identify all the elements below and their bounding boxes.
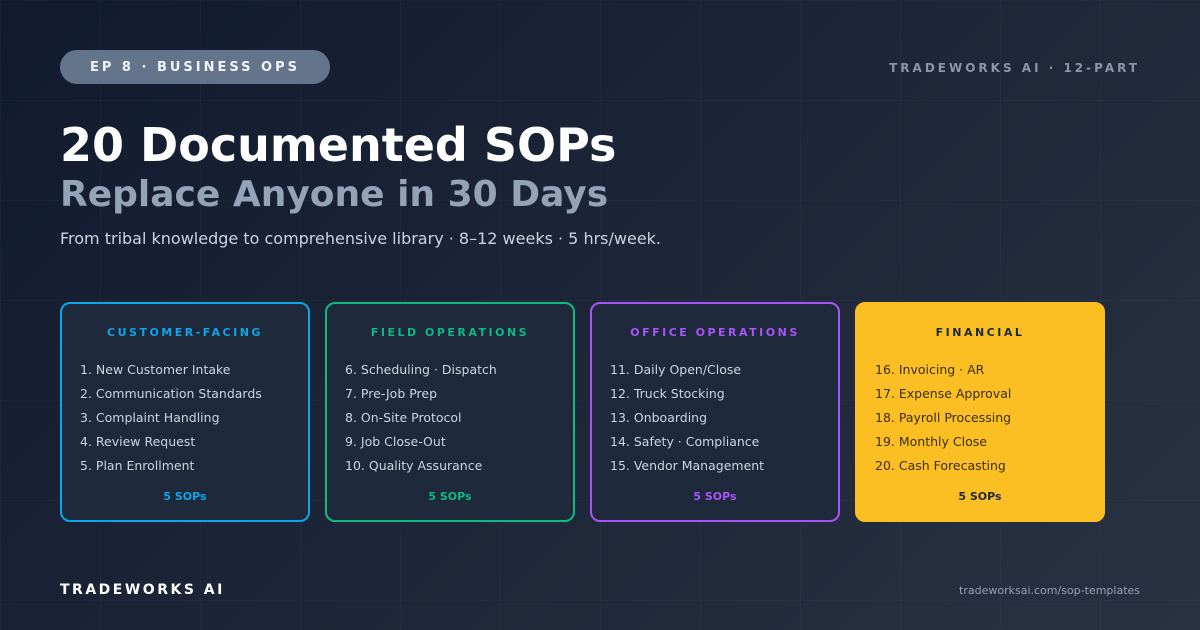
card-title: FINANCIAL (935, 326, 1025, 339)
page-subtitle: Replace Anyone in 30 Days (60, 174, 609, 215)
sop-item: 16. Invoicing · AR (875, 362, 985, 377)
sop-item: 18. Payroll Processing (875, 410, 1012, 425)
episode-badge: EP 8 · BUSINESS OPS (60, 50, 330, 84)
sop-count: 5 SOPs (693, 490, 737, 503)
series-label: TRADEWORKS AI · 12-PART (889, 61, 1140, 75)
sop-item: 17. Expense Approval (875, 386, 1012, 401)
card-financial: FINANCIAL 16. Invoicing · AR 17. Expense… (855, 302, 1105, 522)
sop-count: 5 SOPs (163, 490, 207, 503)
page-title: 20 Documented SOPs (60, 118, 617, 172)
sop-item: 15. Vendor Management (610, 458, 765, 473)
card-title: FIELD OPERATIONS (370, 326, 530, 339)
sop-item: 2. Communication Standards (80, 386, 262, 401)
footer-brand: TRADEWORKS AI (60, 582, 225, 598)
card-office-operations: OFFICE OPERATIONS 11. Daily Open/Close 1… (590, 302, 840, 522)
sop-item: 3. Complaint Handling (80, 410, 220, 425)
sop-item: 11. Daily Open/Close (610, 362, 742, 377)
sop-item: 13. Onboarding (610, 410, 708, 425)
sop-item: 10. Quality Assurance (345, 458, 483, 473)
sop-item: 19. Monthly Close (875, 434, 987, 449)
card-field-operations: FIELD OPERATIONS 6. Scheduling · Dispatc… (325, 302, 575, 522)
card-title: OFFICE OPERATIONS (630, 326, 800, 339)
sop-item: 1. New Customer Intake (80, 362, 231, 377)
sop-item: 12. Truck Stocking (610, 386, 725, 401)
sop-item: 14. Safety · Compliance (610, 434, 760, 449)
sop-list: 11. Daily Open/Close 12. Truck Stocking … (610, 358, 838, 478)
sop-list: 6. Scheduling · Dispatch 7. Pre-Job Prep… (345, 358, 573, 478)
sop-list: 16. Invoicing · AR 17. Expense Approval … (875, 358, 1103, 478)
sop-item: 6. Scheduling · Dispatch (345, 362, 497, 377)
sop-item: 7. Pre-Job Prep (345, 386, 438, 401)
sop-item: 8. On-Site Protocol (345, 410, 462, 425)
sop-item: 9. Job Close-Out (345, 434, 446, 449)
sop-count: 5 SOPs (958, 490, 1002, 503)
sop-count: 5 SOPs (428, 490, 472, 503)
sop-item: 20. Cash Forecasting (875, 458, 1006, 473)
card-title: CUSTOMER-FACING (107, 326, 263, 339)
sop-category-cards: CUSTOMER-FACING 1. New Customer Intake 2… (60, 302, 1105, 522)
sop-list: 1. New Customer Intake 2. Communication … (80, 358, 308, 478)
sop-item: 5. Plan Enrollment (80, 458, 195, 473)
page-description: From tribal knowledge to comprehensive l… (60, 229, 662, 248)
card-customer-facing: CUSTOMER-FACING 1. New Customer Intake 2… (60, 302, 310, 522)
footer-url: tradeworksai.com/sop-templates (959, 584, 1140, 597)
sop-item: 4. Review Request (80, 434, 196, 449)
